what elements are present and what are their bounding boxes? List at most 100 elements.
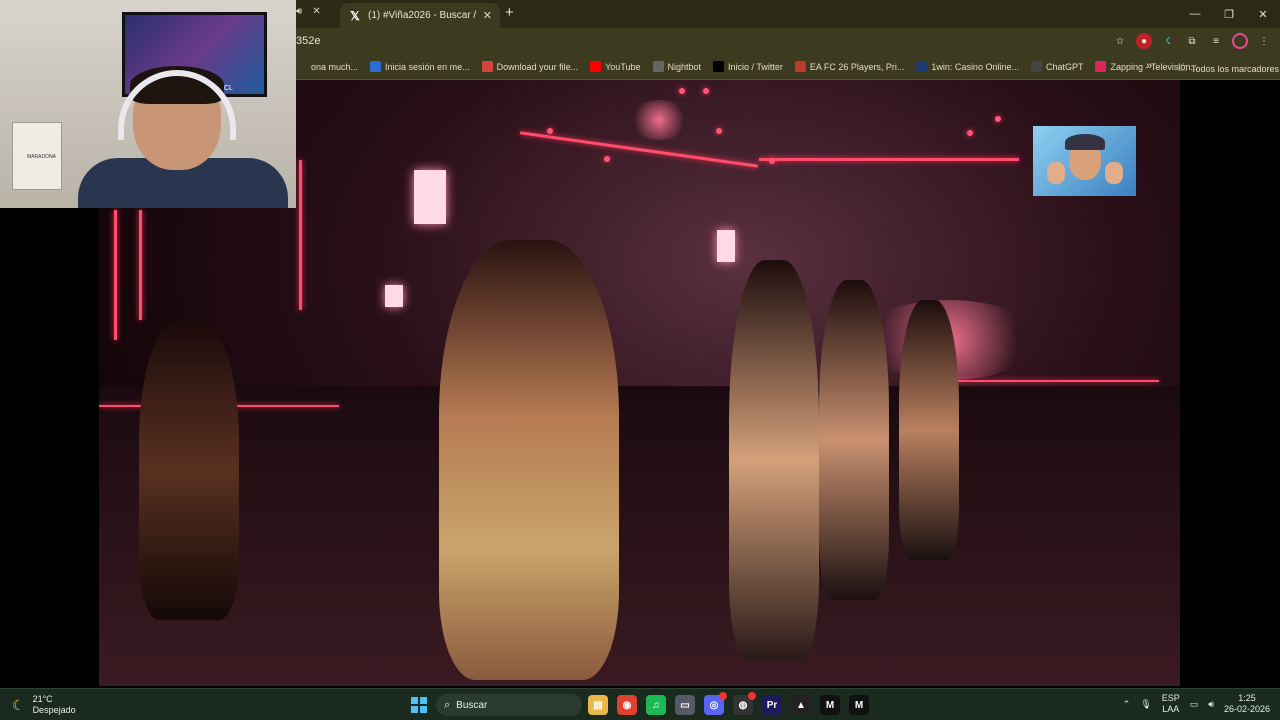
- menu-kebab-icon[interactable]: ⋮: [1256, 33, 1272, 49]
- app-triangle-icon[interactable]: ▲: [791, 695, 811, 715]
- keyboard-layout: LAA: [1162, 704, 1180, 714]
- dancer: [899, 300, 959, 560]
- bookmark-item[interactable]: ona much...: [296, 61, 358, 72]
- bookmark-label: 1win: Casino Online...: [931, 61, 1019, 72]
- toolbar-actions: ☆ ● ☇ ⧉ ≡ ⋮: [1112, 33, 1272, 49]
- bookmark-item[interactable]: Inicia sesión en me...: [370, 61, 470, 72]
- clock-date: 26-02-2026: [1223, 704, 1270, 714]
- premiere-icon[interactable]: Pr: [762, 695, 782, 715]
- bookmark-item[interactable]: 1win: Casino Online...: [916, 61, 1019, 72]
- microphone-icon[interactable]: 🎙︎: [1140, 699, 1151, 710]
- streamer-webcam: CIA EN HBSA.CL MARADONA: [0, 0, 296, 208]
- weather-widget[interactable]: ☾ 21°C Despejado: [12, 694, 76, 716]
- lead-dancer: [439, 240, 619, 680]
- bookmark-item[interactable]: Nightbot: [652, 61, 702, 72]
- spotlight: [629, 100, 689, 140]
- thumbs-up-right: [1105, 162, 1123, 184]
- stage-floor: [99, 386, 1180, 686]
- network-icon[interactable]: ▭: [1190, 699, 1199, 710]
- background-dancer: [139, 320, 239, 620]
- media-app-icon[interactable]: ▭: [675, 695, 695, 715]
- neon-arch: [759, 158, 1019, 161]
- bookmark-item[interactable]: Inicio / Twitter: [713, 61, 783, 72]
- language-indicator[interactable]: ESP LAA: [1162, 693, 1180, 715]
- volume-icon[interactable]: 🔊︎: [1208, 699, 1214, 710]
- file-explorer-icon[interactable]: ▤: [588, 695, 608, 715]
- translate-extension-icon[interactable]: ☇: [1160, 33, 1176, 49]
- stage-light-dot: [967, 130, 973, 136]
- ea-icon: [794, 61, 806, 72]
- x-icon: [713, 61, 725, 72]
- youtube-icon: [590, 61, 602, 72]
- guest-cap: [1065, 134, 1105, 150]
- stage-window-light: [414, 170, 446, 224]
- window-controls: — ❐ ✕: [1178, 0, 1280, 28]
- spotify-icon[interactable]: ♫: [646, 695, 666, 715]
- tab-close-icon[interactable]: ✕: [483, 9, 492, 22]
- stage-light-dot: [679, 88, 685, 94]
- thumbs-up-left: [1047, 162, 1065, 184]
- tab-active[interactable]: 𝕏 (1) #Viña2026 - Buscar / X ✕: [340, 3, 500, 28]
- bookmarks-list: ona much... Inicia sesión en me... Downloa…: [296, 61, 1198, 72]
- minimize-icon[interactable]: —: [1178, 0, 1212, 28]
- speaker-icon[interactable]: 🔊︎: [296, 6, 302, 17]
- media-controls-icon[interactable]: ≡: [1208, 33, 1224, 49]
- chrome-icon[interactable]: ◉: [617, 695, 637, 715]
- bookmark-label: ona much...: [311, 61, 359, 72]
- restore-icon[interactable]: ❐: [1212, 0, 1246, 28]
- bookmark-label: EA FC 26 Players, Pri...: [809, 61, 905, 72]
- system-tray: ⌃ 🎙︎ ESP LAA ▭ 🔊︎ 1:25 26-02-2026: [1123, 693, 1270, 715]
- page-icon: [296, 61, 307, 72]
- all-bookmarks-button[interactable]: 🗀︎ Todos los marcadores: [1178, 61, 1279, 77]
- stage-light-dot: [547, 128, 553, 134]
- weather-temp: 21°C: [32, 694, 53, 704]
- neon-column: [114, 210, 117, 340]
- neon-rail: [929, 380, 1159, 382]
- close-window-icon[interactable]: ✕: [1246, 0, 1280, 28]
- bookmark-item[interactable]: YouTube: [590, 61, 641, 72]
- download-icon: [481, 61, 493, 72]
- moon-icon: ☾: [12, 696, 25, 713]
- streamer: [78, 66, 288, 208]
- clock[interactable]: 1:25 26-02-2026: [1224, 693, 1270, 715]
- close-previous-tab-icon[interactable]: ✕: [312, 6, 320, 17]
- discord-icon[interactable]: ◎: [704, 692, 727, 715]
- bookmark-star-icon[interactable]: ☆: [1112, 33, 1128, 49]
- bookmarks-overflow-button[interactable]: »: [1146, 60, 1152, 72]
- bookmark-item[interactable]: EA FC 26 Players, Pri...: [794, 61, 905, 72]
- bookmark-label: Nightbot: [667, 61, 702, 72]
- bookmark-label: YouTube: [605, 61, 641, 72]
- search-placeholder: Buscar: [456, 699, 488, 711]
- obs-icon[interactable]: ◍: [733, 692, 756, 715]
- app-m1-icon[interactable]: M: [820, 695, 840, 715]
- stage-window-light: [717, 230, 735, 262]
- start-button[interactable]: [411, 697, 427, 713]
- bookmark-item[interactable]: Download your file...: [481, 61, 579, 72]
- extension-red-icon[interactable]: ●: [1136, 33, 1152, 49]
- tray-overflow-icon[interactable]: ⌃: [1123, 699, 1131, 710]
- neon-arch: [519, 131, 759, 168]
- bookmark-label: Inicio / Twitter: [728, 61, 783, 72]
- bookmark-label: ChatGPT: [1045, 61, 1084, 72]
- stage-light-dot: [995, 116, 1001, 122]
- neon-column: [139, 210, 142, 320]
- bookmark-label: Download your file...: [496, 61, 579, 72]
- address-bar[interactable]: 352e: [296, 35, 320, 47]
- poster-label: MARADONA: [27, 154, 56, 160]
- new-tab-button[interactable]: +: [505, 4, 514, 21]
- previous-tab-controls: 🔊︎ ✕: [296, 6, 321, 17]
- pinned-apps: ▤ ◉ ♫ ▭ ◎ ◍ Pr ▲ M M: [588, 692, 869, 715]
- stage-light-dot: [604, 156, 610, 162]
- neon-column: [299, 160, 302, 310]
- tab-title: (1) #Viña2026 - Buscar / X: [368, 10, 477, 21]
- app-m2-icon[interactable]: M: [849, 695, 869, 715]
- bookmark-label: Inicia sesión en me...: [385, 61, 470, 72]
- bookmark-item[interactable]: ChatGPT: [1030, 61, 1084, 72]
- extensions-puzzle-icon[interactable]: ⧉: [1184, 33, 1200, 49]
- taskbar-search[interactable]: ⌕ Buscar: [436, 694, 582, 716]
- chatgpt-icon: [1030, 61, 1042, 72]
- profile-avatar[interactable]: [1232, 33, 1248, 49]
- stage-window-light: [385, 285, 403, 307]
- guest-webcam: [1033, 126, 1136, 196]
- all-bookmarks-label: Todos los marcadores: [1191, 64, 1280, 74]
